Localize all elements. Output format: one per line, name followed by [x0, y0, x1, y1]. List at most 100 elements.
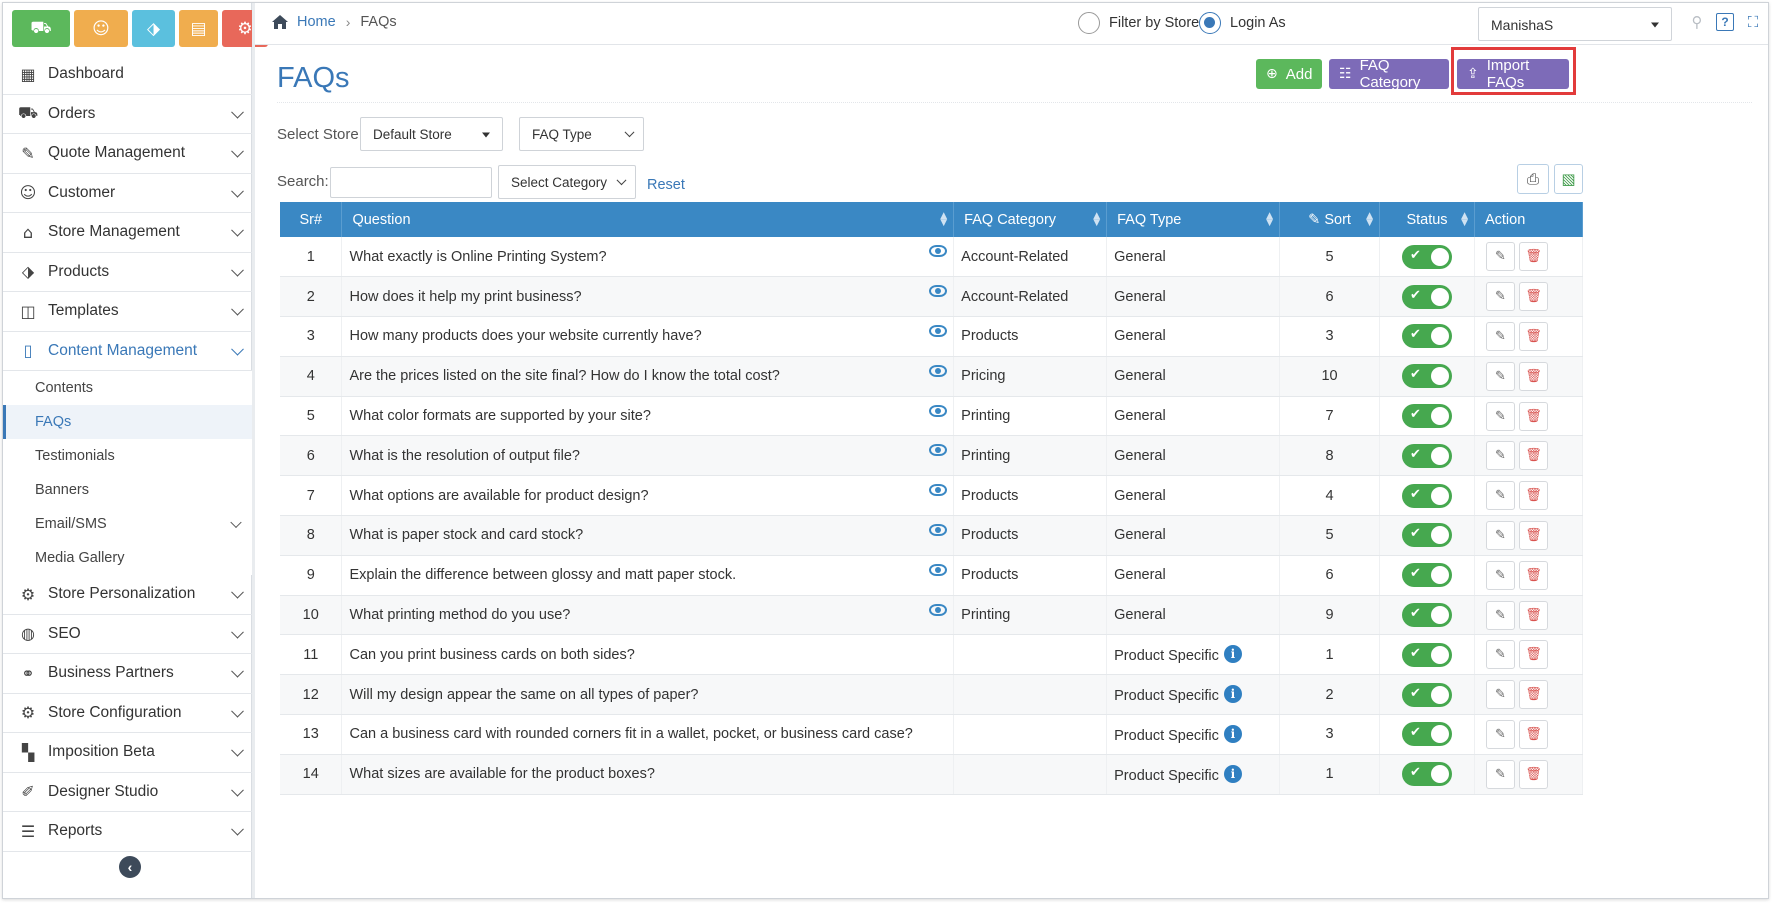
- eye-icon[interactable]: [929, 603, 948, 616]
- col-faq-type[interactable]: FAQ Type ▲ ▼: [1106, 202, 1281, 237]
- info-icon[interactable]: i: [1223, 764, 1242, 783]
- eye-icon[interactable]: [929, 364, 948, 377]
- quick-document-button[interactable]: ▤: [179, 10, 218, 47]
- col-sort[interactable]: ✎ Sort ▲ ▼: [1279, 202, 1381, 237]
- sidebar-item-store-configuration[interactable]: ⚙ Store Configuration: [3, 694, 252, 733]
- delete-button[interactable]: 🗑: [1518, 680, 1548, 710]
- info-icon[interactable]: i: [1223, 645, 1242, 664]
- col-question[interactable]: Question ▲ ▼: [341, 202, 955, 237]
- delete-button[interactable]: 🗑: [1518, 401, 1548, 431]
- sidebar-item-templates[interactable]: ◫ Templates: [3, 292, 252, 332]
- sidebar-subitem-faqs[interactable]: FAQs: [3, 405, 252, 439]
- status-toggle[interactable]: [1402, 642, 1452, 667]
- delete-button[interactable]: 🗑: [1518, 600, 1548, 630]
- sidebar-subitem-email-sms[interactable]: Email/SMS: [3, 507, 252, 541]
- eye-icon[interactable]: [929, 563, 948, 576]
- quick-customer-button[interactable]: ☺: [74, 10, 128, 47]
- status-toggle[interactable]: [1402, 563, 1452, 588]
- sidebar-subitem-testimonials[interactable]: Testimonials: [3, 439, 252, 473]
- sidebar-subitem-banners[interactable]: Banners: [3, 473, 252, 507]
- store-select[interactable]: Default Store: [360, 117, 503, 151]
- sidebar-item-designer-studio[interactable]: ✐ Designer Studio: [3, 773, 252, 812]
- fullscreen-icon[interactable]: ⛶: [1744, 13, 1762, 31]
- sidebar-item-reports[interactable]: ☰ Reports: [3, 812, 252, 852]
- faq-type-select[interactable]: FAQ Type: [519, 117, 644, 151]
- sidebar-item-store-management[interactable]: ⌂ Store Management: [3, 213, 252, 253]
- delete-button[interactable]: 🗑: [1518, 640, 1548, 670]
- category-select[interactable]: Select Category: [498, 165, 636, 199]
- edit-button[interactable]: ✎: [1485, 361, 1515, 391]
- status-toggle[interactable]: [1402, 404, 1452, 429]
- filter-by-store-option[interactable]: Filter by Store: [1078, 12, 1199, 34]
- sidebar-item-content-management[interactable]: ▯ Content Management: [3, 332, 252, 371]
- faq-category-button[interactable]: ☷ FAQ Category: [1329, 57, 1449, 91]
- login-user-select[interactable]: ManishaS: [1478, 7, 1672, 41]
- delete-button[interactable]: 🗑: [1518, 282, 1548, 312]
- eye-icon[interactable]: [929, 444, 948, 457]
- collapse-sidebar-button[interactable]: ‹: [119, 856, 141, 878]
- delete-button[interactable]: 🗑: [1518, 361, 1548, 391]
- sidebar-item-orders[interactable]: ⛟ Orders: [3, 95, 252, 134]
- delete-button[interactable]: 🗑: [1518, 242, 1548, 272]
- pin-icon[interactable]: ⚲: [1688, 13, 1706, 31]
- status-toggle[interactable]: [1402, 603, 1452, 628]
- delete-button[interactable]: 🗑: [1518, 560, 1548, 590]
- eye-icon[interactable]: [929, 285, 948, 298]
- edit-button[interactable]: ✎: [1485, 759, 1515, 789]
- status-toggle[interactable]: [1402, 443, 1452, 468]
- sidebar-item-imposition-beta[interactable]: ▚ Imposition Beta: [3, 733, 252, 773]
- col-status[interactable]: Status ▲ ▼: [1379, 202, 1475, 237]
- status-toggle[interactable]: [1402, 722, 1452, 747]
- status-toggle[interactable]: [1402, 523, 1452, 548]
- login-as-radio[interactable]: [1199, 12, 1221, 34]
- sidebar-item-dashboard[interactable]: ▦ Dashboard: [3, 55, 252, 95]
- edit-button[interactable]: ✎: [1485, 600, 1515, 630]
- status-toggle[interactable]: [1402, 324, 1452, 349]
- sidebar-item-seo[interactable]: ◍ SEO: [3, 615, 252, 654]
- edit-button[interactable]: ✎: [1485, 560, 1515, 590]
- edit-button[interactable]: ✎: [1485, 640, 1515, 670]
- eye-icon[interactable]: [929, 325, 948, 338]
- sidebar-item-customer[interactable]: ☺ Customer: [3, 174, 252, 213]
- sidebar-item-products[interactable]: ⬗ Products: [3, 253, 252, 292]
- edit-button[interactable]: ✎: [1485, 719, 1515, 749]
- reset-link[interactable]: Reset: [647, 177, 685, 193]
- edit-button[interactable]: ✎: [1485, 401, 1515, 431]
- eye-icon[interactable]: [929, 404, 948, 417]
- quick-tag-button[interactable]: ⬗: [132, 10, 175, 47]
- edit-button[interactable]: ✎: [1485, 282, 1515, 312]
- login-as-option[interactable]: Login As: [1199, 12, 1286, 34]
- delete-button[interactable]: 🗑: [1518, 481, 1548, 511]
- edit-button[interactable]: ✎: [1485, 242, 1515, 272]
- search-input[interactable]: [330, 167, 492, 198]
- delete-button[interactable]: 🗑: [1518, 520, 1548, 550]
- sidebar-item-store-personalization[interactable]: ⚙ Store Personalization: [3, 575, 252, 615]
- status-toggle[interactable]: [1402, 483, 1452, 508]
- quick-cart-button[interactable]: ⛟: [12, 10, 70, 47]
- sidebar-item-quote-management[interactable]: ✎ Quote Management: [3, 134, 252, 174]
- edit-button[interactable]: ✎: [1485, 520, 1515, 550]
- status-toggle[interactable]: [1402, 284, 1452, 309]
- status-toggle[interactable]: [1402, 364, 1452, 389]
- edit-button[interactable]: ✎: [1485, 441, 1515, 471]
- filter-by-store-radio[interactable]: [1078, 12, 1100, 34]
- edit-button[interactable]: ✎: [1485, 321, 1515, 351]
- sidebar-subitem-contents[interactable]: Contents: [3, 371, 252, 405]
- col-faq-category[interactable]: FAQ Category ▲ ▼: [953, 202, 1108, 237]
- info-icon[interactable]: i: [1223, 724, 1242, 743]
- status-toggle[interactable]: [1402, 682, 1452, 707]
- eye-icon[interactable]: [929, 524, 948, 537]
- status-toggle[interactable]: [1402, 762, 1452, 787]
- status-toggle[interactable]: [1402, 244, 1452, 269]
- help-icon[interactable]: ?: [1716, 13, 1734, 31]
- add-button[interactable]: ⊕ Add: [1256, 59, 1322, 89]
- info-icon[interactable]: i: [1223, 685, 1242, 704]
- eye-icon[interactable]: [929, 245, 948, 257]
- sidebar-item-business-partners[interactable]: ⚭ Business Partners: [3, 654, 252, 694]
- eye-icon[interactable]: [929, 484, 948, 497]
- edit-button[interactable]: ✎: [1485, 481, 1515, 511]
- edit-button[interactable]: ✎: [1485, 680, 1515, 710]
- delete-button[interactable]: 🗑: [1518, 441, 1548, 471]
- delete-button[interactable]: 🗑: [1518, 719, 1548, 749]
- delete-button[interactable]: 🗑: [1518, 321, 1548, 351]
